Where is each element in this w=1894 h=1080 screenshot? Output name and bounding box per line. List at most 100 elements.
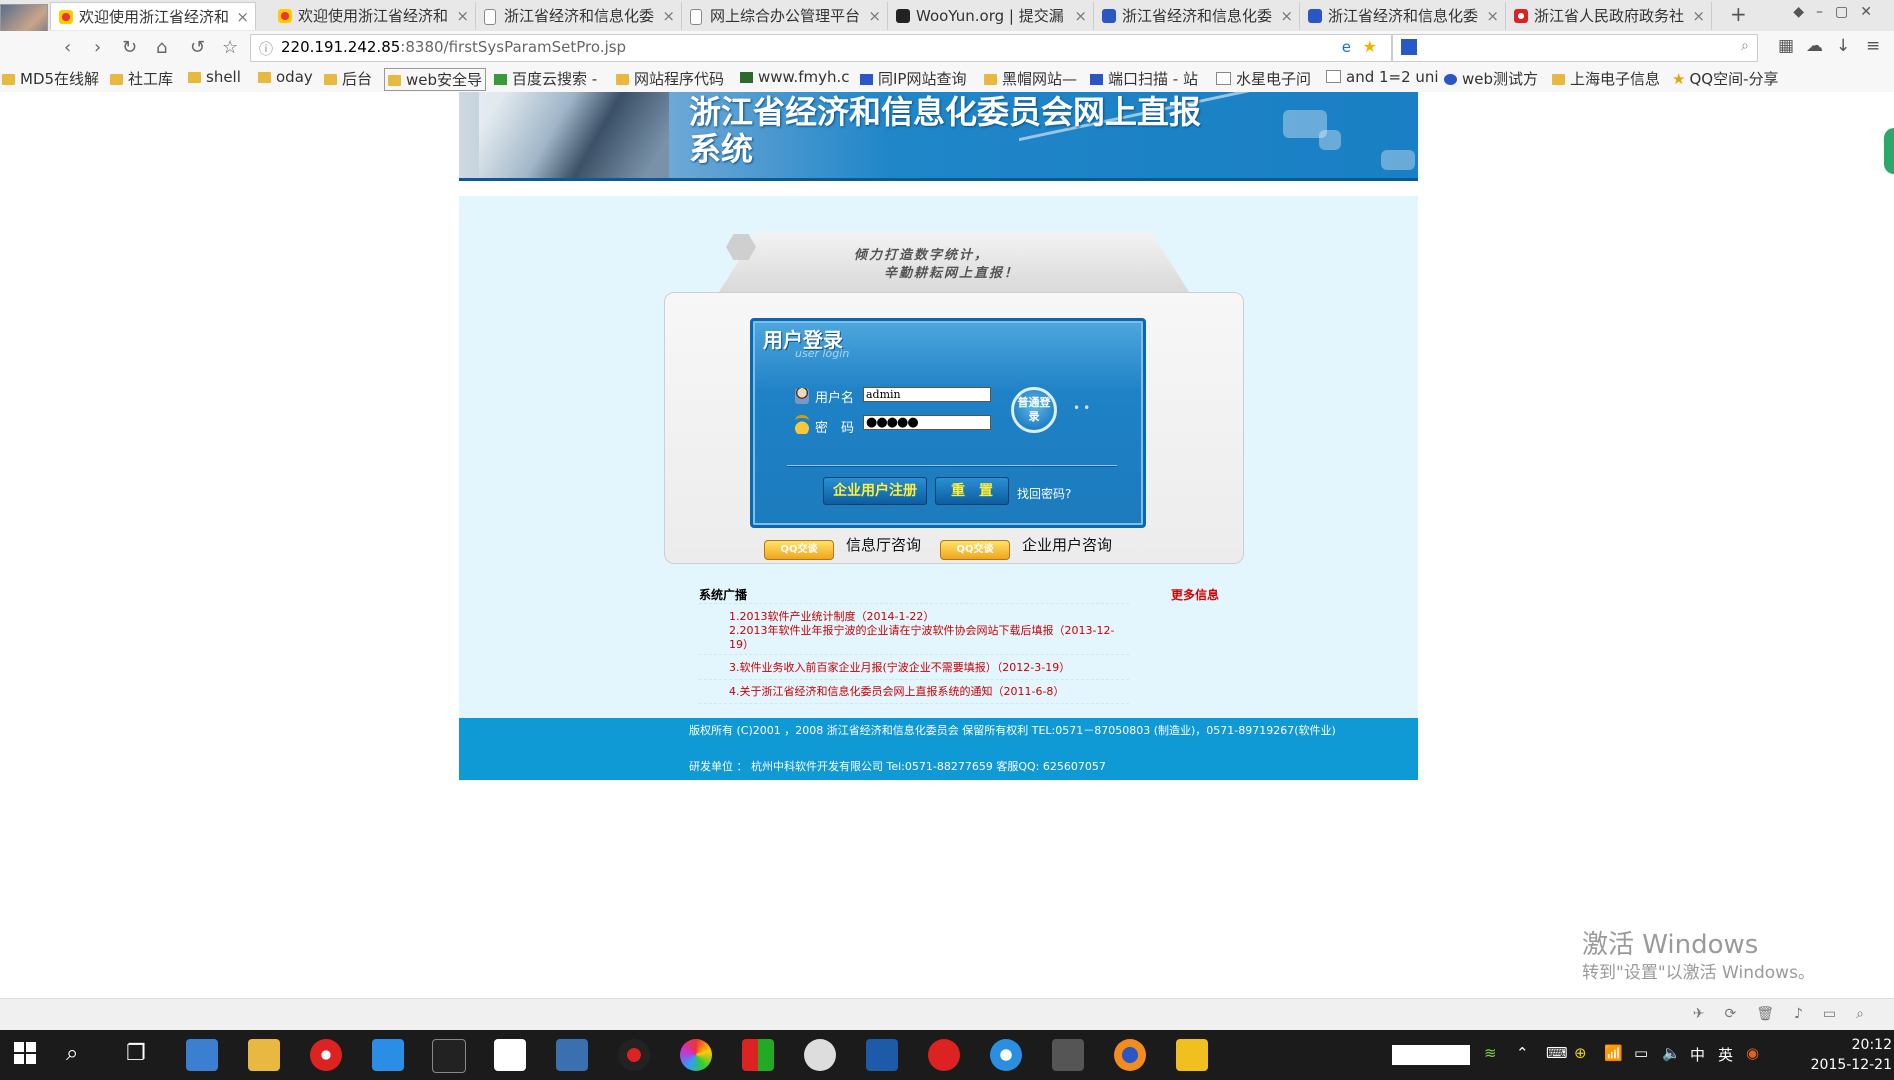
ime-language-indicator[interactable]: 英 (1718, 1044, 1733, 1065)
tab-close-icon[interactable]: × (236, 3, 249, 30)
tab-7[interactable]: 浙江省经济和信息化委 × (1300, 2, 1506, 30)
qq-chat-icon[interactable]: QQ交谈 (940, 540, 1010, 560)
bookmark-item[interactable]: 网站程序代码 (616, 68, 724, 89)
security-info-icon[interactable]: ⓘ (259, 39, 273, 59)
bookmark-item[interactable]: ★ QQ空间-分享 (1672, 68, 1778, 89)
new-tab-button[interactable]: + (1730, 2, 1747, 26)
ie-mode-icon[interactable]: e (1342, 38, 1351, 56)
search-icon[interactable]: ⌕ (1741, 38, 1749, 54)
forward-icon[interactable]: › (94, 37, 101, 58)
network-tool-icon[interactable] (556, 1039, 588, 1071)
clock-app-icon[interactable] (804, 1039, 836, 1071)
enterprise-register-button[interactable]: 企业用户注册 (823, 477, 927, 505)
bookmark-item[interactable]: web安全导 (384, 68, 487, 91)
bookmark-item[interactable]: www.fmyh.c (740, 68, 850, 86)
bookmark-item[interactable]: web测试方 (1444, 68, 1538, 89)
store-icon[interactable] (186, 1039, 218, 1071)
antivirus-icon[interactable]: ◉ (1746, 1044, 1759, 1062)
ime-mode-icon[interactable]: 中 (1690, 1044, 1705, 1065)
bookmark-item[interactable]: 端口扫描 - 站 (1090, 68, 1198, 89)
windows-start-icon[interactable] (14, 1042, 36, 1064)
cloud-icon[interactable]: ☁ (1806, 36, 1823, 56)
tab-close-icon[interactable]: × (662, 2, 675, 30)
bookmark-item[interactable]: 社工库 (110, 68, 173, 89)
search-icon[interactable]: ⌕ (66, 1041, 78, 1066)
tab-1[interactable]: 欢迎使用浙江省经济和 × (50, 2, 256, 30)
tab-close-icon[interactable]: × (456, 2, 469, 30)
tab-3[interactable]: 浙江省经济和信息化委 × (476, 2, 682, 30)
search-field[interactable]: ⌕ (1392, 34, 1758, 62)
qq-chat-icon[interactable]: QQ交谈 (764, 540, 834, 560)
color-app-icon[interactable] (680, 1039, 712, 1071)
more-info-link[interactable]: 更多信息 (1171, 586, 1219, 603)
home-icon[interactable]: ⌂ (156, 37, 167, 58)
tab-close-icon[interactable]: × (1280, 2, 1293, 30)
chat-app-icon[interactable] (372, 1039, 404, 1071)
username-input[interactable]: admin (863, 387, 991, 402)
side-widget[interactable] (1884, 128, 1894, 174)
file-explorer-icon[interactable] (248, 1039, 280, 1071)
news-item[interactable]: 3.软件业务收入前百家企业月报(宁波企业不需要填报）（2012-3-19） (729, 661, 1129, 675)
bookmark-item[interactable]: 后台 (324, 68, 372, 89)
tab-close-icon[interactable]: × (1486, 2, 1499, 30)
task-view-icon[interactable]: ❐ (126, 1041, 146, 1066)
firefox-icon[interactable] (1114, 1039, 1146, 1071)
tab-6[interactable]: 浙江省经济和信息化委 × (1094, 2, 1300, 30)
keyboard-icon[interactable]: ⌨ (1546, 1044, 1568, 1062)
bookmark-item[interactable]: 上海电子信息 (1552, 68, 1660, 89)
enterprise-consult[interactable]: QQ交谈 企业用户咨询 (940, 534, 1112, 560)
bookmark-item[interactable]: MD5在线解 (2, 68, 99, 89)
bookmark-star-icon[interactable]: ☆ (222, 37, 238, 58)
user-app-icon[interactable] (1176, 1039, 1208, 1071)
tab-5[interactable]: WooYun.org | 提交漏 × (888, 2, 1094, 30)
url-field[interactable]: ⓘ 220.191.242.85:8380/firstSysParamSetPr… (250, 34, 1392, 62)
news-item[interactable]: 1.2013软件产业统计制度（2014-1-22） (729, 610, 1129, 624)
wifi-tool-icon[interactable]: ≋ (1484, 1044, 1497, 1062)
bookmark-item[interactable]: 黑帽网站— (984, 68, 1077, 89)
bookmark-item[interactable]: 百度云搜索 - (494, 68, 597, 89)
bookmark-item[interactable]: shell (188, 68, 241, 86)
status-bar-icons[interactable]: ✈⟳🗑♪▭⌕ (1693, 1006, 1884, 1022)
bookmark-item[interactable]: oday (258, 68, 313, 86)
security-app-icon[interactable] (310, 1039, 342, 1071)
tab-close-icon[interactable]: × (1692, 2, 1705, 30)
bookmark-item[interactable]: 同IP网站查询 (860, 68, 966, 89)
tab-2[interactable]: 欢迎使用浙江省经济和 × (270, 2, 476, 30)
system-clock[interactable]: 20:12 2015-12-21 (1802, 1035, 1892, 1075)
favorite-star-icon[interactable]: ★ (1363, 37, 1377, 56)
lightning-app-icon[interactable] (1052, 1039, 1084, 1071)
chart-app-icon[interactable] (742, 1039, 774, 1071)
tab-close-icon[interactable]: × (1074, 2, 1087, 30)
tab-8[interactable]: 浙江省人民政府政务社 × (1506, 2, 1712, 30)
window-controls[interactable]: ◆–▢✕ (1793, 4, 1884, 20)
office-consult[interactable]: QQ交谈 信息厅咨询 (764, 534, 921, 560)
back-icon[interactable]: ‹ (64, 37, 71, 58)
battery-icon[interactable]: ▭ (1634, 1044, 1648, 1062)
browser-icon[interactable] (990, 1039, 1022, 1071)
news-item[interactable]: 2.2013年软件业年报宁波的企业请在宁波软件协会网站下载后填报（2013-12… (729, 624, 1129, 652)
news-item[interactable]: 4.关于浙江省经济和信息化委员会网上直报系统的通知（2011-6-8） (729, 685, 1129, 699)
login-button[interactable]: 普通登录 (1011, 387, 1057, 433)
bookmark-item[interactable]: and 1=2 uni (1326, 68, 1439, 86)
reload-icon[interactable]: ↻ (122, 37, 137, 58)
volume-icon[interactable]: 🔈 (1662, 1044, 1681, 1062)
tab-4[interactable]: 网上综合办公管理平台 × (682, 2, 888, 30)
app-icon[interactable] (494, 1039, 526, 1071)
download-icon[interactable]: ↓ (1836, 36, 1850, 56)
terminal-icon[interactable] (432, 1039, 466, 1073)
menu-icon[interactable]: ≡ (1866, 36, 1880, 56)
media-app-icon[interactable] (928, 1039, 960, 1071)
undo-icon[interactable]: ↺ (190, 37, 205, 58)
forgot-password-link[interactable]: 找回密码? (1017, 485, 1071, 502)
tab-close-icon[interactable]: × (868, 2, 881, 30)
password-input[interactable]: ●●●●● (863, 415, 991, 430)
sql-tool-icon[interactable] (866, 1039, 898, 1071)
apps-icon[interactable]: ▦ (1778, 36, 1794, 56)
show-hidden-icons[interactable]: ⌃ (1516, 1044, 1529, 1062)
bookmark-item[interactable]: 水星电子问 (1216, 68, 1311, 89)
plus-app-icon[interactable]: ⊕ (1574, 1044, 1587, 1062)
tray-input-box[interactable] (1392, 1045, 1470, 1065)
reset-button[interactable]: 重 置 (935, 477, 1009, 505)
bug-tool-icon[interactable] (618, 1039, 650, 1071)
network-icon[interactable]: 📶 (1604, 1044, 1623, 1062)
